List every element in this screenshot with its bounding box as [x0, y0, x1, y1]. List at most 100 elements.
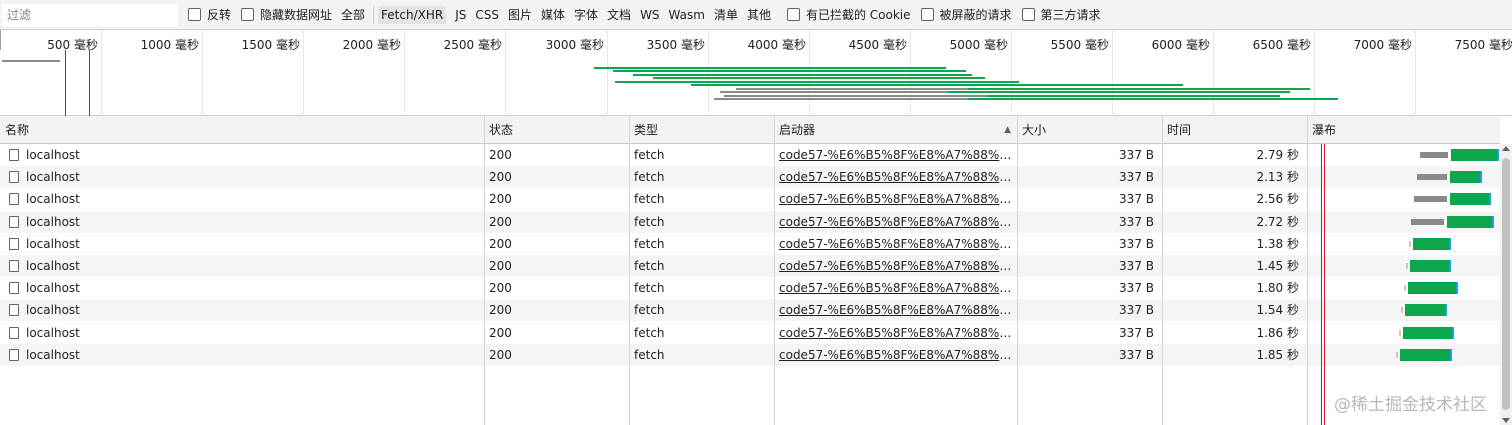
- time-cell: 1.80 秒: [1256, 281, 1299, 296]
- waterfall-waiting-bar: [1420, 152, 1448, 158]
- overview-tick-label: 7000 毫秒: [1353, 38, 1412, 52]
- checkbox-icon[interactable]: [786, 8, 800, 21]
- column-header-size[interactable]: 大小: [1017, 116, 1162, 144]
- column-header-type[interactable]: 类型: [629, 116, 774, 144]
- column-header-status[interactable]: 状态: [484, 116, 629, 144]
- column-divider[interactable]: [484, 116, 485, 425]
- column-divider[interactable]: [774, 116, 775, 425]
- table-row[interactable]: localhost 200 fetch code57-%E6%B5%8F%E8%A7%…: [0, 255, 1500, 277]
- table-row[interactable]: localhost 200 fetch code57-%E6%B5%8F%E8%A7%…: [0, 232, 1500, 255]
- status-cell: 200: [489, 325, 512, 340]
- initiator-link[interactable]: code57-%E6%B5%8F%E8%A7%88%E5...: [779, 259, 1017, 273]
- type-filter-button[interactable]: 全部: [341, 6, 365, 23]
- table-row[interactable]: localhost 200 fetch code57-%E6%B5%8F%E8%A7%…: [0, 144, 1500, 166]
- overview-tick-label: 5000 毫秒: [949, 38, 1008, 52]
- request-name-cell[interactable]: localhost: [0, 277, 484, 299]
- waterfall-waiting-bar: [1401, 307, 1403, 314]
- waterfall-receiving-bar[interactable]: [1413, 237, 1451, 250]
- waterfall-receiving-bar[interactable]: [1403, 326, 1454, 339]
- request-name-cell[interactable]: localhost: [0, 211, 484, 233]
- column-header-waterfall[interactable]: 瀑布: [1307, 116, 1500, 144]
- waterfall-receiving-bar[interactable]: [1405, 304, 1447, 317]
- overview-request-waiting-bar: [719, 91, 949, 94]
- type-filter-css[interactable]: CSS: [475, 8, 499, 22]
- checkbox-icon[interactable]: [188, 8, 201, 21]
- initiator-link[interactable]: code57-%E6%B5%8F%E8%A7%88%E5...: [779, 303, 1017, 317]
- scroll-up-icon[interactable]: [1502, 146, 1510, 151]
- initiator-link[interactable]: code57-%E6%B5%8F%E8%A7%88%E5...: [779, 170, 1017, 184]
- column-header-name[interactable]: 名称: [0, 116, 484, 144]
- waterfall-receiving-bar[interactable]: [1451, 149, 1499, 161]
- table-scrollbar[interactable]: [1500, 144, 1512, 425]
- type-filter-button[interactable]: 图片: [508, 6, 532, 23]
- request-name-cell[interactable]: localhost: [0, 188, 484, 210]
- invert-label: 反转: [207, 8, 232, 22]
- type-filter-ws[interactable]: WS: [640, 8, 659, 22]
- size-cell: 337 B: [1119, 170, 1154, 185]
- initiator-link[interactable]: code57-%E6%B5%8F%E8%A7%88%E5...: [779, 281, 1017, 295]
- request-name-cell[interactable]: localhost: [0, 322, 484, 344]
- table-row[interactable]: localhost 200 fetch code57-%E6%B5%8F%E8%A7%…: [0, 343, 1500, 366]
- column-divider[interactable]: [1017, 116, 1018, 425]
- table-row[interactable]: localhost 200 fetch code57-%E6%B5%8F%E8%A7%…: [0, 321, 1500, 344]
- request-name-cell[interactable]: localhost: [0, 344, 484, 366]
- initiator-link[interactable]: code57-%E6%B5%8F%E8%A7%88%E5...: [779, 326, 1017, 340]
- extra-filter-checkbox[interactable]: 有已拦截的 Cookie: [786, 6, 911, 23]
- waterfall-waiting-bar: [1414, 196, 1447, 203]
- initiator-link[interactable]: code57-%E6%B5%8F%E8%A7%88%E5...: [779, 237, 1017, 251]
- waterfall-receiving-bar[interactable]: [1410, 260, 1451, 272]
- request-name-cell[interactable]: localhost: [0, 233, 484, 255]
- column-divider[interactable]: [1307, 116, 1308, 425]
- scrollbar-thumb[interactable]: [1502, 158, 1510, 410]
- initiator-link[interactable]: code57-%E6%B5%8F%E8%A7%88%E5...: [779, 215, 1017, 229]
- waterfall-receiving-bar[interactable]: [1447, 215, 1494, 228]
- initiator-link[interactable]: code57-%E6%B5%8F%E8%A7%88%E5...: [779, 348, 1017, 362]
- checkbox-icon[interactable]: [920, 8, 934, 21]
- timeline-overview[interactable]: 500 毫秒 1000 毫秒 1500 毫秒 2000 毫秒 2500 毫秒 3000 毫…: [0, 30, 1512, 116]
- waterfall-receiving-bar[interactable]: [1408, 282, 1458, 295]
- type-filter-fetch-xhr[interactable]: Fetch/XHR: [378, 5, 447, 24]
- waterfall-receiving-bar[interactable]: [1400, 348, 1452, 361]
- column-header-initiator[interactable]: 启动器 ▲: [774, 116, 1017, 144]
- table-row[interactable]: localhost 200 fetch code57-%E6%B5%8F%E8%A7%…: [0, 210, 1500, 233]
- overview-tick-label: 1000 毫秒: [140, 38, 199, 52]
- column-divider[interactable]: [1162, 116, 1163, 425]
- table-row[interactable]: localhost 200 fetch code57-%E6%B5%8F%E8%A7%…: [0, 166, 1500, 189]
- request-name: localhost: [26, 281, 80, 296]
- checkbox-icon[interactable]: [1021, 8, 1035, 21]
- type-filter-button[interactable]: 其他: [747, 6, 771, 23]
- filter-input[interactable]: [2, 3, 178, 26]
- sort-ascending-icon: ▲: [1004, 125, 1011, 135]
- column-divider[interactable]: [629, 116, 630, 425]
- overview-request-bar: [968, 87, 1311, 90]
- time-cell: 2.79 秒: [1256, 148, 1299, 162]
- waterfall-receiving-bar[interactable]: [1450, 171, 1482, 184]
- table-row[interactable]: localhost 200 fetch code57-%E6%B5%8F%E8%A7%…: [0, 188, 1500, 211]
- table-row[interactable]: localhost 200 fetch code57-%E6%B5%8F%E8%A7%…: [0, 299, 1500, 322]
- type-filter-button[interactable]: 清单: [714, 6, 738, 23]
- extra-filter-checkbox[interactable]: 第三方请求: [1021, 6, 1101, 23]
- type-filter-button[interactable]: 字体: [574, 6, 598, 23]
- hide-data-urls-checkbox[interactable]: 隐藏数据网址: [241, 6, 332, 23]
- request-name-cell[interactable]: localhost: [0, 255, 484, 277]
- type-filter-wasm[interactable]: Wasm: [669, 8, 705, 22]
- type-cell: fetch: [634, 192, 665, 207]
- request-name-cell[interactable]: localhost: [0, 144, 484, 166]
- request-name-cell[interactable]: localhost: [0, 166, 484, 188]
- initiator-link[interactable]: code57-%E6%B5%8F%E8%A7%88%E5...: [779, 192, 1017, 206]
- type-filter-button[interactable]: 文档: [607, 6, 631, 23]
- invert-checkbox[interactable]: 反转: [188, 6, 231, 23]
- waterfall-receiving-bar[interactable]: [1450, 193, 1491, 206]
- initiator-link[interactable]: code57-%E6%B5%8F%E8%A7%88%E5...: [779, 148, 1017, 162]
- waterfall-download-segment: [1449, 260, 1451, 272]
- overview-request-waiting-bar: [713, 98, 969, 101]
- extra-filter-checkbox[interactable]: 被屏蔽的请求: [920, 6, 1012, 23]
- scroll-down-icon[interactable]: [1502, 418, 1510, 423]
- type-filter-button[interactable]: 媒体: [541, 6, 565, 23]
- column-header-time[interactable]: 时间: [1162, 116, 1307, 144]
- type-filter-js[interactable]: JS: [455, 8, 466, 22]
- request-name-cell[interactable]: localhost: [0, 299, 484, 321]
- table-row[interactable]: localhost 200 fetch code57-%E6%B5%8F%E8%A7%…: [0, 277, 1500, 300]
- waterfall-waiting-bar: [1411, 218, 1444, 225]
- checkbox-icon[interactable]: [241, 8, 255, 21]
